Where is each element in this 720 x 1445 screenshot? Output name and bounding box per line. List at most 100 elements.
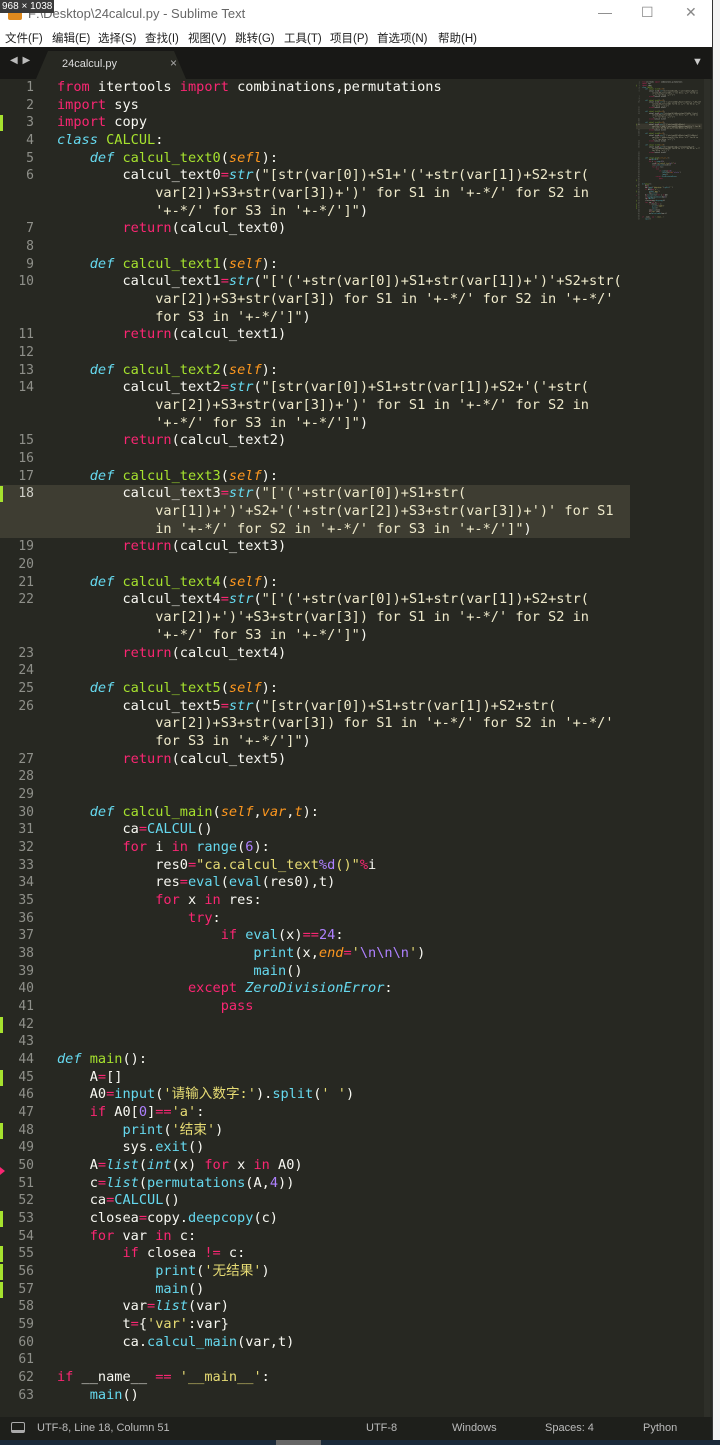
menu-find[interactable]: 查找(I) [145,30,179,46]
menu-selection[interactable]: 选择(S) [98,30,136,46]
code-line[interactable]: 24 [0,662,630,680]
code-line[interactable]: 48 ⟦c|print⟧(⟦s|'结束'⟧) [0,1122,630,1140]
code-line[interactable]: 51 c⟦k|=⟧⟦b|list⟧(⟦c|permutations⟧(A,⟦n|… [0,1175,630,1193]
code-line[interactable]: 22 calcul_text4⟦k|=⟧⟦b|str⟧(⟦q|"['('+str… [0,591,630,609]
code-line[interactable]: 6 calcul_text0⟦k|=⟧⟦b|str⟧(⟦q|"[str(var[… [0,167,630,185]
code-line[interactable]: 43 [0,1033,630,1051]
code-line[interactable]: 10 calcul_text1⟦k|=⟧⟦b|str⟧(⟦q|"['('+str… [0,273,630,291]
code-area[interactable]: 1 ⟦k|from⟧ itertools ⟦k|import⟧ combinati… [0,79,630,1404]
code-line[interactable]: 44 ⟦d|def⟧ ⟦f|main⟧(): [0,1051,630,1069]
code-line[interactable]: 27 ⟦k|return⟧(calcul_text5) [0,751,630,769]
code-line[interactable]: ⟦q|var[2])+')'+S3+str(var[3]) for S1 in … [0,609,630,627]
code-line[interactable]: 4 ⟦d|class⟧ ⟦f|CALCUL⟧: [0,132,630,150]
panel-toggle-icon[interactable] [11,1422,25,1433]
code-line[interactable]: ⟦q|var[2])+S3+str(var[3]) for S1 in '+-*… [0,715,630,733]
code-line[interactable]: 35 ⟦k|for⟧ x ⟦k|in⟧ res: [0,892,630,910]
code-line[interactable]: 8 [0,238,630,256]
code-line[interactable]: 3 ⟦k|import⟧ copy [0,114,630,132]
code-line[interactable]: 57 ⟦c|main⟧() [0,1281,630,1299]
tab-close-icon[interactable]: × [170,56,177,70]
code-line[interactable]: 31 ca⟦k|=⟧⟦c|CALCUL⟧() [0,821,630,839]
maximize-button[interactable]: ☐ [641,4,654,21]
code-line[interactable]: 63 ⟦c|main⟧() [636,218,702,220]
minimize-button[interactable]: — [598,4,612,20]
code-line[interactable]: 63 ⟦c|main⟧() [0,1387,630,1405]
code-editor[interactable]: 1 ⟦k|from⟧ itertools ⟦k|import⟧ combinati… [0,79,712,1417]
code-line[interactable]: 45 A⟦k|=⟧[] [0,1069,630,1087]
code-line[interactable]: 61 [0,1351,630,1369]
code-line[interactable]: 49 sys.⟦c|exit⟧() [0,1139,630,1157]
vertical-scrollbar[interactable] [704,79,710,1417]
tab-nav-arrows[interactable]: ◀ ▶ [10,55,31,66]
menu-file[interactable]: 文件(F) [5,30,43,46]
code-line[interactable]: 29 [0,786,630,804]
code-line[interactable]: 40 ⟦k|except⟧ ⟦b|ZeroDivisionError⟧: [0,980,630,998]
code-line[interactable]: ⟦q|'+-*/' for S3 in '+-*/']"⟧) [0,415,630,433]
code-line[interactable]: 11 ⟦k|return⟧(calcul_text1) [0,326,630,344]
code-line[interactable]: ⟦q|'+-*/' for S3 in '+-*/']"⟧) [0,627,630,645]
code-line[interactable]: 34 res⟦k|=⟧⟦c|eval⟧(⟦c|eval⟧(res0),t) [0,874,630,892]
line-endings-status[interactable]: Windows [452,1422,497,1434]
code-line[interactable]: 28 [0,768,630,786]
code-line[interactable]: 2 ⟦k|import⟧ sys [0,97,630,115]
menu-project[interactable]: 项目(P) [330,30,368,46]
code-line[interactable]: ⟦q|var[2])+S3+str(var[3])+')' for S1 in … [0,185,630,203]
code-line[interactable]: ⟦q|'+-*/' for S3 in '+-*/']"⟧) [0,203,630,221]
indentation-status[interactable]: Spaces: 4 [545,1422,594,1434]
code-line[interactable]: 30 ⟦d|def⟧ ⟦f|calcul_main⟧(⟦p|self⟧,⟦p|v… [0,804,630,822]
minimap[interactable]: 1⟦k|from⟧ itertools ⟦k|import⟧ combinati… [636,81,706,231]
menu-preferences[interactable]: 首选项(N) [377,30,427,46]
code-line[interactable]: ⟦q|in '+-*/' for S2 in '+-*/' for S3 in … [0,520,630,539]
code-line[interactable]: 26 calcul_text5⟦k|=⟧⟦b|str⟧(⟦q|"[str(var… [0,698,630,716]
code-line[interactable]: 13 ⟦d|def⟧ ⟦f|calcul_text2⟧(⟦p|self⟧): [0,362,630,380]
code-line[interactable]: ⟦q|for S3 in '+-*/']"⟧) [0,309,630,327]
code-line[interactable]: 60 ca.⟦c|calcul_main⟧(var,t) [0,1334,630,1352]
code-line[interactable]: 50 A⟦k|=⟧⟦b|list⟧(⟦b|int⟧(x) ⟦k|for⟧ x ⟦… [0,1157,630,1175]
code-line[interactable]: 36 ⟦k|try⟧: [0,910,630,928]
code-line[interactable]: 32 ⟦k|for⟧ i ⟦k|in⟧ ⟦c|range⟧(⟦n|6⟧): [0,839,630,857]
code-line[interactable]: 53 closea⟦k|=⟧copy.⟦c|deepcopy⟧(c) [0,1210,630,1228]
code-line[interactable]: ⟦q|for S3 in '+-*/']"⟧) [0,733,630,751]
code-line[interactable]: 59 t⟦k|=⟧{⟦s|'var'⟧:var} [0,1316,630,1334]
code-line[interactable]: ⟦q|var[1])+')'+S2+'('+str(var[2])+S3+str… [0,503,630,521]
code-line[interactable]: 5 ⟦d|def⟧ ⟦f|calcul_text0⟧(⟦p|sefl⟧): [0,150,630,168]
code-line[interactable]: 14 calcul_text2⟦k|=⟧⟦b|str⟧(⟦q|"[str(var… [0,379,630,397]
menu-view[interactable]: 视图(V) [188,30,226,46]
code-line[interactable]: 15 ⟦k|return⟧(calcul_text2) [0,432,630,450]
horizontal-scroll-thumb[interactable] [276,1440,321,1445]
code-line[interactable]: 62 ⟦k|if⟧ __name__ ⟦k|==⟧ ⟦s|'__main__'⟧: [0,1369,630,1387]
code-line[interactable]: 21 ⟦d|def⟧ ⟦f|calcul_text4⟧(⟦p|self⟧): [0,574,630,592]
code-line[interactable]: 25 ⟦d|def⟧ ⟦f|calcul_text5⟧(⟦p|self⟧): [0,680,630,698]
menu-tools[interactable]: 工具(T) [284,30,322,46]
code-line[interactable]: ⟦q|var[2])+S3+str(var[3])+')' for S1 in … [0,397,630,415]
code-line[interactable]: 46 A0⟦k|=⟧⟦c|input⟧(⟦s|'请输入数字:'⟧).⟦c|spl… [0,1086,630,1104]
code-line[interactable]: 20 [0,556,630,574]
code-line[interactable]: 33 res0⟦k|=⟧⟦s|"ca.calcul_text⟧⟦n|%d⟧⟦s|… [0,857,630,875]
code-line[interactable]: 52 ca⟦k|=⟧⟦c|CALCUL⟧() [0,1192,630,1210]
syntax-status[interactable]: Python [643,1422,677,1434]
code-line[interactable]: 37 ⟦k|if⟧ ⟦c|eval⟧(x)⟦k|==⟧⟦n|24⟧: [0,927,630,945]
menu-edit[interactable]: 编辑(E) [52,30,90,46]
encoding-status[interactable]: UTF-8 [366,1422,397,1434]
code-line[interactable]: 9 ⟦d|def⟧ ⟦f|calcul_text1⟧(⟦p|self⟧): [0,256,630,274]
menu-goto[interactable]: 跳转(G) [235,30,275,46]
code-line[interactable]: 42 [0,1016,630,1034]
code-line[interactable]: 1 ⟦k|from⟧ itertools ⟦k|import⟧ combinati… [0,79,630,97]
code-line[interactable]: 12 [0,344,630,362]
code-line[interactable]: 39 ⟦c|main⟧() [0,963,630,981]
code-line[interactable]: 17 ⟦d|def⟧ ⟦f|calcul_text3⟧(⟦p|self⟧): [0,468,630,486]
code-line[interactable]: ⟦q|var[2])+S3+str(var[3]) for S1 in '+-*… [0,291,630,309]
code-line[interactable]: 55 ⟦k|if⟧ closea ⟦k|!=⟧ c: [0,1245,630,1263]
menu-help[interactable]: 帮助(H) [438,30,477,46]
code-line[interactable]: 41 ⟦k|pass⟧ [0,998,630,1016]
tab-24calcul-py[interactable]: 24calcul.py [36,51,186,79]
minimap-content[interactable]: 1⟦k|from⟧ itertools ⟦k|import⟧ combinati… [636,81,703,220]
code-line[interactable]: 58 var⟦k|=⟧⟦b|list⟧(var) [0,1298,630,1316]
code-line[interactable]: 56 ⟦c|print⟧(⟦s|'无结果'⟧) [0,1263,630,1281]
code-line[interactable]: 38 ⟦c|print⟧(x,⟦p|end⟧⟦k|=⟧⟦s|'⟧⟦n|\n\n\… [0,945,630,963]
code-line[interactable]: 54 ⟦k|for⟧ var ⟦k|in⟧ c: [0,1228,630,1246]
code-line[interactable]: 47 ⟦k|if⟧ A0[⟦n|0⟧]⟦k|==⟧⟦s|'a'⟧: [0,1104,630,1122]
tab-dropdown-icon[interactable]: ▼ [692,56,703,68]
code-line[interactable]: 19 ⟦k|return⟧(calcul_text3) [0,538,630,556]
code-line[interactable]: 23 ⟦k|return⟧(calcul_text4) [0,645,630,663]
